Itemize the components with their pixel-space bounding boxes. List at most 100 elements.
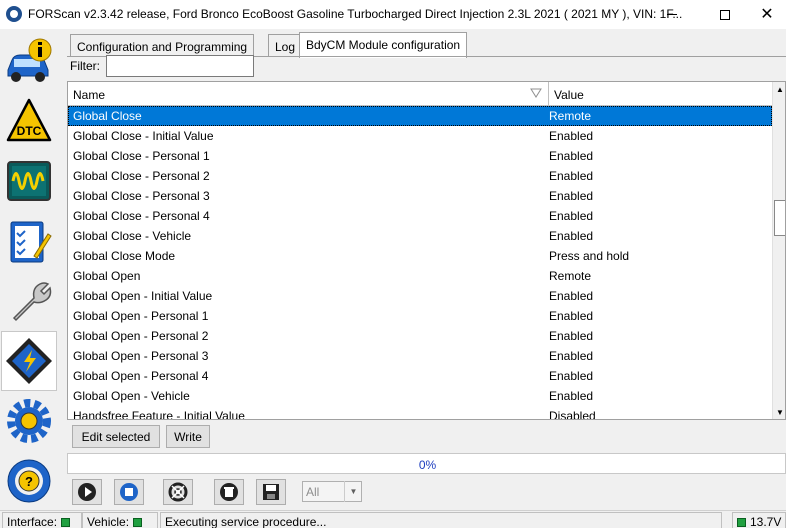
forscan-window: FORScan v2.3.42 release, Ford Bronco Eco… — [0, 0, 786, 528]
column-header-value[interactable]: Value — [549, 82, 772, 106]
row-value: Enabled — [549, 209, 594, 223]
scroll-down-icon[interactable]: ▼ — [773, 405, 785, 419]
minimize-icon — [667, 14, 677, 15]
tab-configuration-and-programming[interactable]: Configuration and Programming — [70, 34, 255, 57]
save-button[interactable] — [256, 479, 286, 505]
vertical-scrollbar[interactable]: ▲ ▼ — [772, 82, 785, 419]
help-service-button[interactable] — [163, 479, 193, 505]
clear-icon — [220, 483, 238, 501]
dtc-icon: DTC — [6, 98, 52, 142]
table-row[interactable]: Global Open - Personal 4 Enabled — [68, 366, 772, 386]
save-icon — [263, 484, 279, 500]
table-row[interactable]: Global Close - Vehicle Enabled — [68, 226, 772, 246]
row-value: Enabled — [549, 189, 594, 203]
interface-status: Interface: — [2, 512, 82, 528]
write-button[interactable]: Write — [166, 425, 210, 448]
configuration-grid: Name Value Global Close Remote Global Clo… — [67, 81, 786, 420]
oscilloscope-button[interactable] — [1, 151, 57, 211]
table-row[interactable]: Global Open - Personal 2 Enabled — [68, 326, 772, 346]
table-row[interactable]: Global Open - Vehicle Enabled — [68, 386, 772, 406]
start-button[interactable] — [72, 479, 102, 505]
stop-icon — [120, 483, 138, 501]
table-row[interactable]: Global Close Mode Press and hold — [68, 246, 772, 266]
minimize-button[interactable] — [649, 0, 695, 29]
close-icon: ✕ — [760, 5, 774, 23]
table-row[interactable]: Global Open - Initial Value Enabled — [68, 286, 772, 306]
row-name: Global Open - Vehicle — [73, 389, 190, 403]
tests-button[interactable] — [1, 211, 57, 271]
dtc-label: DTC — [17, 124, 42, 138]
vehicle-label: Vehicle: — [87, 515, 130, 528]
stop-button[interactable] — [114, 479, 144, 505]
wrench-icon — [12, 282, 52, 322]
table-row[interactable]: Global Open - Personal 3 Enabled — [68, 346, 772, 366]
row-name: Global Close — [73, 109, 142, 123]
scrollbar-thumb[interactable] — [774, 200, 785, 236]
row-name: Global Open — [73, 269, 141, 283]
grid-rows: Global Close Remote Global Close - Initia… — [68, 106, 772, 420]
table-row[interactable]: Handsfree Feature - Initial Value Disable… — [68, 406, 772, 420]
progress-label: 0% — [418, 458, 437, 472]
voltage-led-icon — [737, 518, 746, 527]
row-value: Remote — [549, 269, 592, 283]
sort-filter-icon[interactable] — [530, 87, 542, 99]
scroll-up-icon[interactable]: ▲ — [773, 82, 785, 96]
oscilloscope-icon — [7, 161, 51, 201]
forscan-app-icon — [6, 6, 22, 22]
table-row[interactable]: Global Open Remote — [68, 266, 772, 286]
title-bar: FORScan v2.3.42 release, Ford Bronco Eco… — [0, 0, 786, 29]
table-row[interactable]: Global Close - Personal 2 Enabled — [68, 166, 772, 186]
row-value: Enabled — [549, 349, 594, 363]
row-name: Global Close - Personal 2 — [73, 169, 210, 183]
row-value: Disabled — [549, 409, 596, 420]
close-button[interactable]: ✕ — [744, 0, 786, 29]
row-value: Enabled — [549, 129, 594, 143]
maximize-button[interactable] — [702, 0, 748, 29]
voltage-value: 13.7V — [750, 515, 782, 528]
table-row[interactable]: Global Close - Personal 4 Enabled — [68, 206, 772, 226]
table-row[interactable]: Global Open - Personal 1 Enabled — [68, 306, 772, 326]
table-row[interactable]: Global Close - Personal 1 Enabled — [68, 146, 772, 166]
help-steering-icon: ? — [7, 459, 51, 503]
row-value: Enabled — [549, 309, 594, 323]
configuration-chip-icon — [6, 338, 52, 384]
settings-gear-icon — [7, 399, 51, 443]
lifebuoy-icon — [168, 482, 188, 502]
row-value: Enabled — [549, 369, 594, 383]
maximize-icon — [720, 9, 730, 20]
voltage-status: 13.7V — [732, 512, 786, 528]
row-value: Enabled — [549, 149, 594, 163]
column-header-name[interactable]: Name — [68, 82, 549, 106]
table-row[interactable]: Global Close - Initial Value Enabled — [68, 126, 772, 146]
progress-bar: 0% — [67, 453, 786, 474]
vehicle-info-icon — [7, 38, 52, 82]
chevron-down-icon[interactable]: ▼ — [344, 481, 362, 502]
clear-button[interactable] — [214, 479, 244, 505]
interface-label: Interface: — [7, 515, 58, 528]
row-value: Enabled — [549, 329, 594, 343]
help-button[interactable]: ? — [1, 451, 57, 511]
service-button[interactable] — [1, 271, 57, 331]
table-row-global-close[interactable]: Global Close Remote — [68, 106, 772, 126]
dtc-button[interactable]: DTC — [1, 91, 57, 151]
vehicle-status: Vehicle: — [82, 512, 158, 528]
interface-led-icon — [61, 518, 71, 527]
filter-input[interactable] — [106, 55, 254, 77]
left-toolbar: DTC ? — [0, 29, 58, 510]
status-message: Executing service procedure... — [160, 512, 722, 528]
edit-selected-button[interactable]: Edit selected — [72, 425, 160, 448]
tab-log[interactable]: Log — [268, 34, 303, 57]
settings-button[interactable] — [1, 391, 57, 451]
grid-header: Name Value — [68, 82, 772, 106]
window-title: FORScan v2.3.42 release, Ford Bronco Eco… — [28, 7, 683, 21]
tab-bdycm-module-configuration[interactable]: BdyCM Module configuration — [299, 32, 468, 58]
row-name: Global Close - Initial Value — [73, 129, 214, 143]
table-row[interactable]: Global Close - Personal 3 Enabled — [68, 186, 772, 206]
row-name: Global Open - Personal 3 — [73, 349, 209, 363]
vehicle-info-button[interactable] — [1, 31, 57, 91]
row-value: Enabled — [549, 389, 594, 403]
status-bar: Interface: Vehicle: Executing service pr… — [0, 510, 786, 528]
configuration-button[interactable] — [1, 331, 57, 391]
help-label: ? — [25, 474, 33, 489]
row-value: Enabled — [549, 229, 594, 243]
